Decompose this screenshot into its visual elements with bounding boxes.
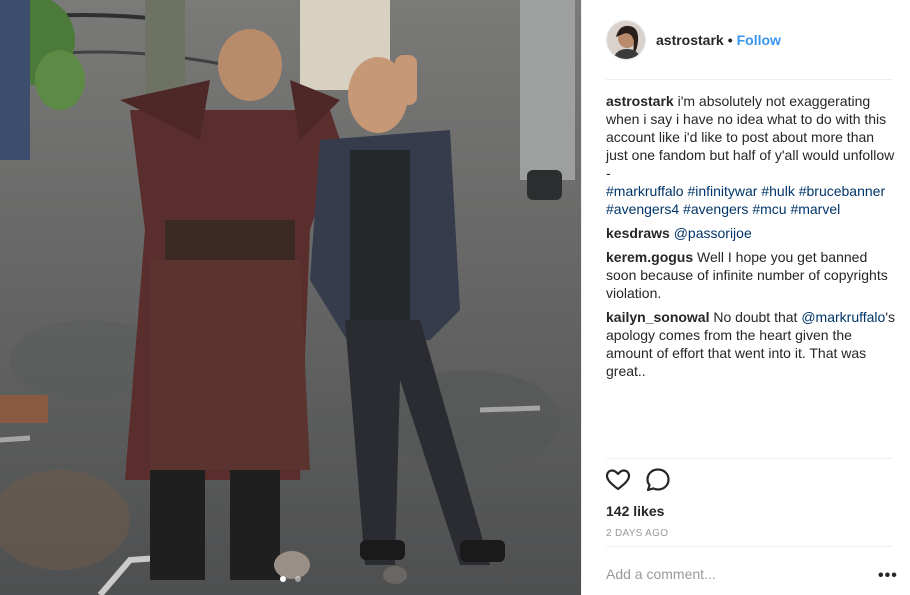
- avatar-image: [607, 21, 645, 59]
- add-comment-input[interactable]: Add a comment...: [606, 566, 856, 582]
- comment-item: kesdraws @passorijoe: [606, 224, 896, 242]
- carousel-dot[interactable]: [294, 576, 301, 582]
- comment-username[interactable]: kailyn_sonowal: [606, 309, 709, 325]
- comment-mention[interactable]: @markruffalo: [801, 309, 885, 325]
- post-timestamp[interactable]: 2 DAYS AGO: [606, 528, 668, 539]
- like-button[interactable]: [604, 466, 632, 494]
- actions-divider: [606, 458, 892, 459]
- header-separator: •: [727, 32, 733, 48]
- comment-username[interactable]: kerem.gogus: [606, 249, 693, 265]
- header-divider: [606, 79, 892, 80]
- comment-item: kailyn_sonowal No doubt that @markruffal…: [606, 308, 896, 380]
- more-options-icon[interactable]: •••: [878, 567, 898, 585]
- comment-button[interactable]: [644, 466, 672, 494]
- follow-button[interactable]: Follow: [737, 32, 781, 48]
- post-side-panel: astrostark • Follow astrostark i'm absolut…: [581, 0, 910, 595]
- caption-dash: -: [606, 165, 611, 181]
- avatar[interactable]: [606, 20, 646, 60]
- speech-bubble-icon: [646, 468, 670, 492]
- caption-username[interactable]: astrostark: [606, 93, 674, 109]
- heart-icon: [605, 469, 631, 491]
- likes-count[interactable]: 142 likes: [606, 503, 664, 519]
- caption: astrostark i'm absolutely not exaggerati…: [606, 92, 896, 218]
- carousel-dots[interactable]: [0, 569, 581, 587]
- header-text: astrostark • Follow: [656, 32, 781, 48]
- post-photo-illustration: [0, 0, 581, 595]
- post-header: astrostark • Follow: [582, 0, 910, 80]
- comment-mention[interactable]: @passorijoe: [674, 225, 752, 241]
- comment-divider: [606, 546, 892, 547]
- comment-text-before: No doubt that: [713, 309, 798, 325]
- carousel-dot-active[interactable]: [280, 576, 287, 582]
- caption-hashtags[interactable]: #markruffalo #infinitywar #hulk #bruceba…: [606, 182, 896, 218]
- comment-username[interactable]: kesdraws: [606, 225, 670, 241]
- comments-list: astrostark i'm absolutely not exaggerati…: [606, 92, 896, 386]
- comment-item: kerem.gogus Well I hope you get banned s…: [606, 248, 896, 302]
- header-username[interactable]: astrostark: [656, 32, 724, 48]
- post-image[interactable]: [0, 0, 581, 595]
- post-actions: [604, 466, 684, 494]
